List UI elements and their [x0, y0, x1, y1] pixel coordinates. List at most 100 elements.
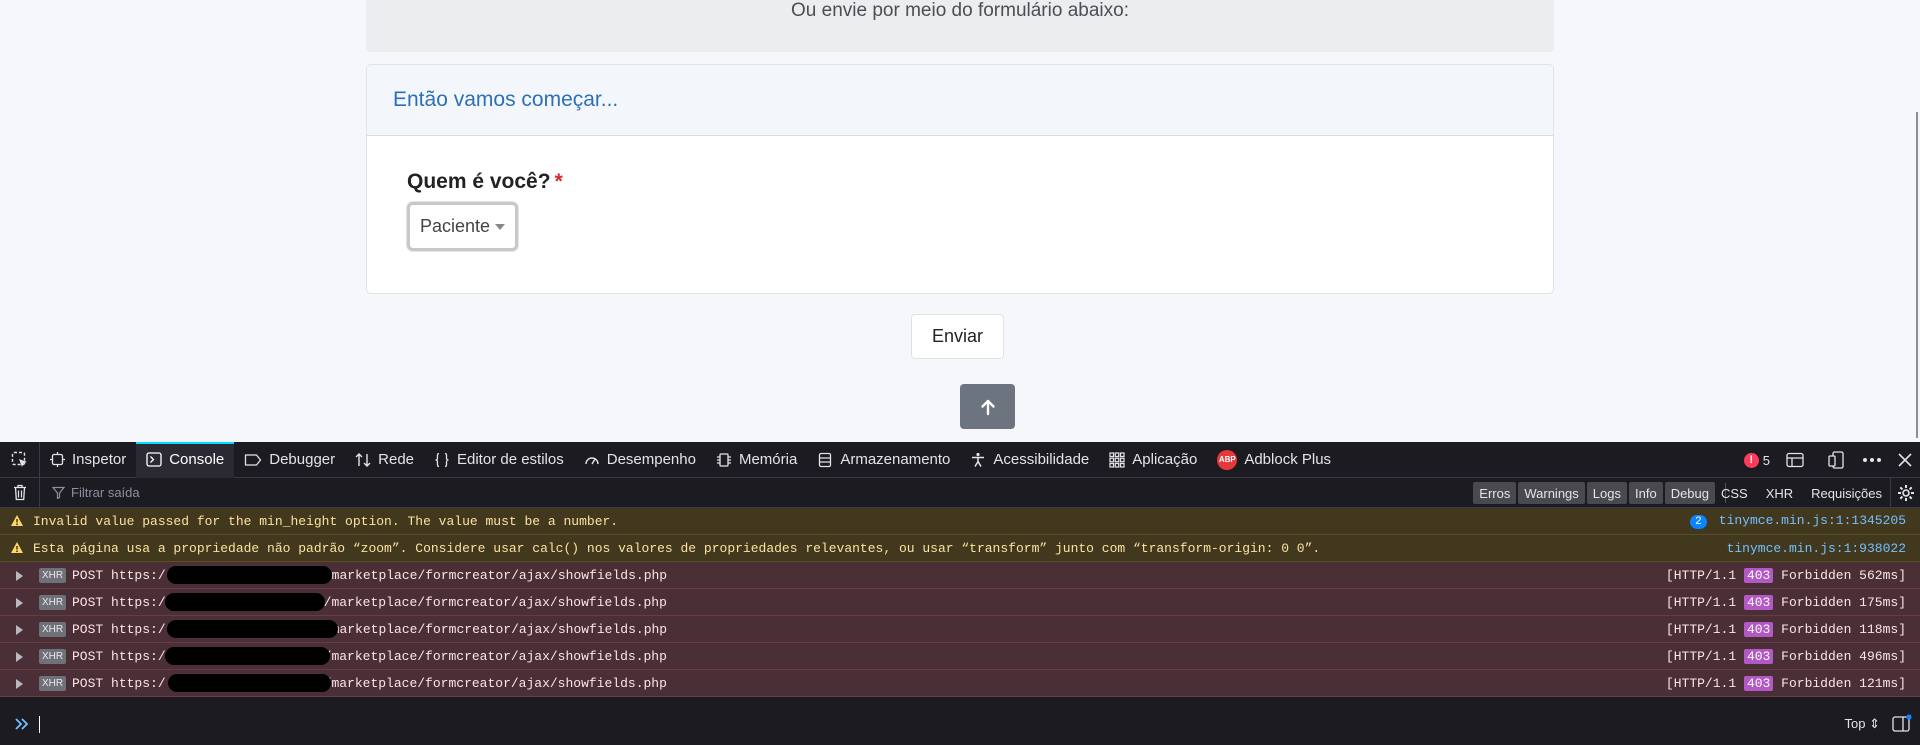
trash-icon — [13, 484, 26, 501]
filter-logs-button[interactable]: Logs — [1586, 482, 1627, 504]
request-type-filters: CSS XHR Requisições — [1721, 482, 1882, 504]
request-url-end: marketplace/formcreator/ajax/showfields.… — [331, 567, 668, 583]
tab-desempenho[interactable]: Desempenho — [574, 442, 706, 478]
tab-debugger[interactable]: Debugger — [234, 442, 345, 478]
filter-input[interactable]: Filtrar saída — [40, 485, 140, 500]
tab-editor-de-estilos[interactable]: Editor de estilos — [424, 442, 574, 478]
more-options-button[interactable] — [1854, 442, 1890, 478]
tab-label: Adblock Plus — [1244, 451, 1332, 468]
text-cursor — [39, 716, 40, 733]
tab-label: Armazenamento — [840, 451, 951, 468]
tab-label: Editor de estilos — [457, 451, 564, 468]
request-url-start: https:/ — [111, 675, 166, 691]
context-selector[interactable]: Top ⇕ — [1845, 716, 1880, 732]
filter-info-button[interactable]: Info — [1629, 482, 1663, 504]
tab-adblock-plus[interactable]: ABP Adblock Plus — [1207, 442, 1341, 478]
redaction-mark — [167, 566, 332, 584]
close-icon — [1898, 453, 1912, 467]
responsive-design-button[interactable] — [1820, 442, 1854, 478]
element-picker-icon — [11, 451, 27, 467]
status-suffix: Forbidden 562ms] — [1781, 567, 1906, 583]
tab-acessibilidade[interactable]: Acessibilidade — [960, 442, 1099, 478]
expand-arrow-icon[interactable] — [16, 598, 23, 608]
select-value: Paciente — [420, 216, 491, 236]
card-body: Quem é você? * Paciente — [367, 136, 1553, 293]
tab-aplicacao[interactable]: Aplicação — [1099, 442, 1207, 478]
repeat-count-badge: 2 — [1690, 515, 1707, 529]
request-method: POST — [72, 594, 104, 610]
network-request-row[interactable]: XHR POST https:/ /marketplace/formcreator… — [0, 643, 1920, 670]
status-code-badge: 403 — [1743, 675, 1774, 691]
filter-debug-button[interactable]: Debug — [1664, 482, 1715, 504]
error-count-button[interactable]: ! 5 — [1736, 442, 1778, 478]
sidebar-toggle-button[interactable] — [1892, 714, 1912, 739]
status-suffix: Forbidden 121ms] — [1781, 675, 1906, 691]
request-line: POST https:/ /marketplace/formcreator/aja… — [72, 649, 667, 664]
tab-console[interactable]: Console — [136, 441, 235, 478]
request-method: POST — [72, 567, 104, 583]
status-prefix: [HTTP/1.1 — [1665, 567, 1737, 583]
web-page: Ou envie por meio do formulário abaixo: … — [0, 0, 1920, 442]
xhr-badge: XHR — [39, 649, 67, 664]
caret-down-icon — [495, 224, 505, 230]
tab-inspetor[interactable]: Inspetor — [40, 442, 136, 478]
expand-arrow-icon[interactable] — [16, 679, 23, 689]
tab-label: Desempenho — [606, 451, 696, 468]
memory-icon — [716, 452, 731, 467]
status-suffix: Forbidden 118ms] — [1781, 621, 1906, 637]
status-prefix: [HTTP/1.1 — [1665, 648, 1737, 664]
request-url-start: https:/ — [111, 648, 166, 664]
network-icon — [355, 452, 371, 467]
tab-label: Acessibilidade — [993, 451, 1090, 468]
console-input[interactable]: Top ⇕ — [0, 704, 1920, 745]
filter-warnings-button[interactable]: Warnings — [1518, 482, 1585, 504]
source-link-text: tinymce.min.js:1:1345205 — [1718, 513, 1906, 528]
split-console-button[interactable] — [1778, 442, 1812, 478]
tab-label: Rede — [378, 451, 414, 468]
request-url-end: marketplace/formcreator/ajax/showfields.… — [331, 621, 668, 637]
card-title: Então vamos começar... — [393, 88, 619, 111]
split-console-icon — [1786, 452, 1804, 468]
filter-xhr-button[interactable]: XHR — [1766, 486, 1793, 501]
status-suffix: Forbidden 175ms] — [1781, 594, 1906, 610]
page-scrollbar[interactable] — [1912, 0, 1920, 442]
responsive-design-icon — [1828, 451, 1844, 469]
double-chevron-right-icon — [15, 718, 29, 730]
close-devtools-button[interactable] — [1890, 442, 1920, 478]
console-warning: Invalid value passed for the min_height … — [0, 508, 1920, 535]
role-select[interactable]: Paciente — [407, 202, 518, 251]
error-count: 5 — [1762, 452, 1770, 468]
warning-icon — [11, 515, 23, 526]
arrow-up-icon — [980, 399, 995, 415]
tab-memoria[interactable]: Memória — [706, 442, 807, 478]
element-picker-button[interactable] — [0, 441, 40, 478]
expand-arrow-icon[interactable] — [16, 625, 23, 635]
console-settings-button[interactable] — [1890, 478, 1920, 508]
scrollbar-thumb[interactable] — [1916, 112, 1918, 438]
filter-requests-button[interactable]: Requisições — [1811, 486, 1882, 501]
filter-errors-button[interactable]: Erros — [1473, 482, 1517, 504]
submit-button[interactable]: Enviar — [911, 314, 1004, 359]
network-request-row[interactable]: XHR POST https:/ /marketplace/formcreator… — [0, 589, 1920, 616]
source-link[interactable]: 2 tinymce.min.js:1:1345205 — [1690, 513, 1906, 529]
request-line: POST https:/ /marketplace/formcreator/aja… — [72, 595, 667, 610]
tab-rede[interactable]: Rede — [345, 442, 424, 478]
expand-arrow-icon[interactable] — [16, 571, 23, 581]
network-request-row[interactable]: XHR POST https:/ /marketplace/formcreator… — [0, 670, 1920, 697]
inspector-icon — [50, 452, 65, 467]
source-link[interactable]: tinymce.min.js:1:938022 — [1727, 541, 1906, 556]
tab-armazenamento[interactable]: Armazenamento — [807, 442, 960, 478]
accessibility-icon — [972, 452, 985, 467]
clear-console-button[interactable] — [0, 477, 40, 508]
tab-label: Memória — [738, 451, 798, 468]
storage-icon — [819, 452, 832, 467]
expand-arrow-icon[interactable] — [16, 652, 23, 662]
status-code-badge: 403 — [1743, 648, 1774, 664]
request-line: POST https:/ marketplace/formcreator/ajax… — [72, 568, 667, 583]
debugger-icon — [245, 453, 262, 466]
network-request-row[interactable]: XHR POST https:/ marketplace/formcreator/… — [0, 562, 1920, 589]
network-request-row[interactable]: XHR POST https:/ marketplace/formcreator/… — [0, 616, 1920, 643]
scroll-to-top-button[interactable] — [960, 384, 1015, 429]
filter-css-button[interactable]: CSS — [1721, 486, 1748, 501]
request-line: POST https:/ marketplace/formcreator/ajax… — [72, 622, 667, 637]
